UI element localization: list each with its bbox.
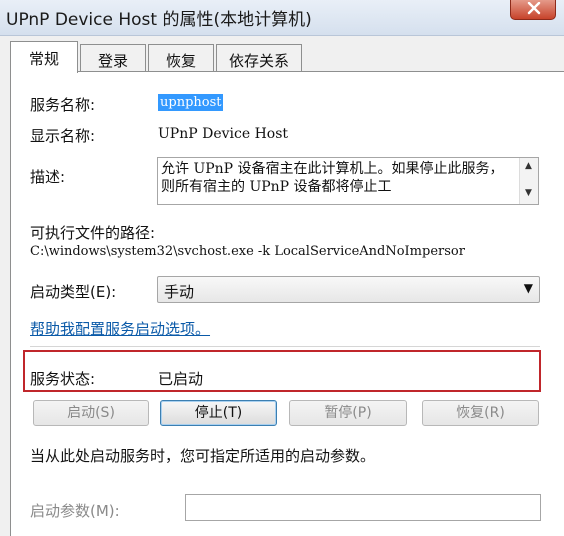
startup-type-value: 手动 (164, 283, 195, 301)
scroll-down-icon[interactable]: ▼ (525, 188, 532, 198)
exe-path-value[interactable]: C:\windows\system32\svchost.exe -k Local… (30, 244, 542, 259)
tab-dependencies[interactable]: 依存关系 (216, 44, 302, 72)
close-icon (527, 2, 541, 15)
exe-path-label: 可执行文件的路径: (30, 224, 156, 242)
tab-label: 登录 (97, 52, 128, 70)
status-value: 已启动 (158, 370, 204, 388)
help-link[interactable]: 帮助我配置服务启动选项。 (30, 318, 210, 339)
tab-logon[interactable]: 登录 (80, 44, 146, 72)
window-title: UPnP Device Host 的属性(本地计算机) (6, 10, 312, 30)
tab-general[interactable]: 常规 (10, 41, 78, 73)
startup-type-select[interactable]: 手动 ▼ (157, 276, 540, 303)
description-text: 允许 UPnP 设备宿主在此计算机上。如果停止此服务，则所有宿主的 UPnP 设… (161, 161, 504, 195)
description-scrollbar[interactable]: ▲ ▼ (519, 158, 538, 204)
display-name-label: 显示名称: (30, 127, 96, 145)
status-label: 服务状态: (30, 370, 96, 388)
service-name-value[interactable]: upnphost (158, 94, 224, 111)
tab-label: 恢复 (165, 52, 196, 70)
start-params-input[interactable] (185, 494, 541, 521)
title-bar: UPnP Device Host 的属性(本地计算机) (0, 0, 564, 36)
tab-label: 依存关系 (228, 52, 289, 70)
close-button[interactable] (510, 0, 556, 20)
tab-label: 常规 (28, 50, 59, 68)
startup-type-label: 启动类型(E): (30, 283, 117, 301)
chevron-down-icon: ▼ (523, 281, 533, 295)
description-box[interactable]: 允许 UPnP 设备宿主在此计算机上。如果停止此服务，则所有宿主的 UPnP 设… (157, 157, 539, 205)
start-params-hint: 当从此处启动服务时，您可指定所适用的启动参数。 (30, 447, 376, 465)
start-button[interactable]: 启动(S) (33, 400, 149, 426)
display-name-value[interactable]: UPnP Device Host (158, 126, 288, 142)
stop-button[interactable]: 停止(T) (160, 400, 277, 426)
resume-button[interactable]: 恢复(R) (422, 400, 539, 426)
service-name-label: 服务名称: (30, 96, 96, 114)
description-label: 描述: (30, 168, 66, 186)
scroll-up-icon[interactable]: ▲ (525, 161, 532, 171)
start-params-label: 启动参数(M): (30, 502, 120, 520)
tab-recovery[interactable]: 恢复 (148, 44, 214, 72)
pause-button[interactable]: 暂停(P) (289, 400, 407, 426)
status-highlight (23, 350, 541, 392)
divider (30, 346, 540, 348)
